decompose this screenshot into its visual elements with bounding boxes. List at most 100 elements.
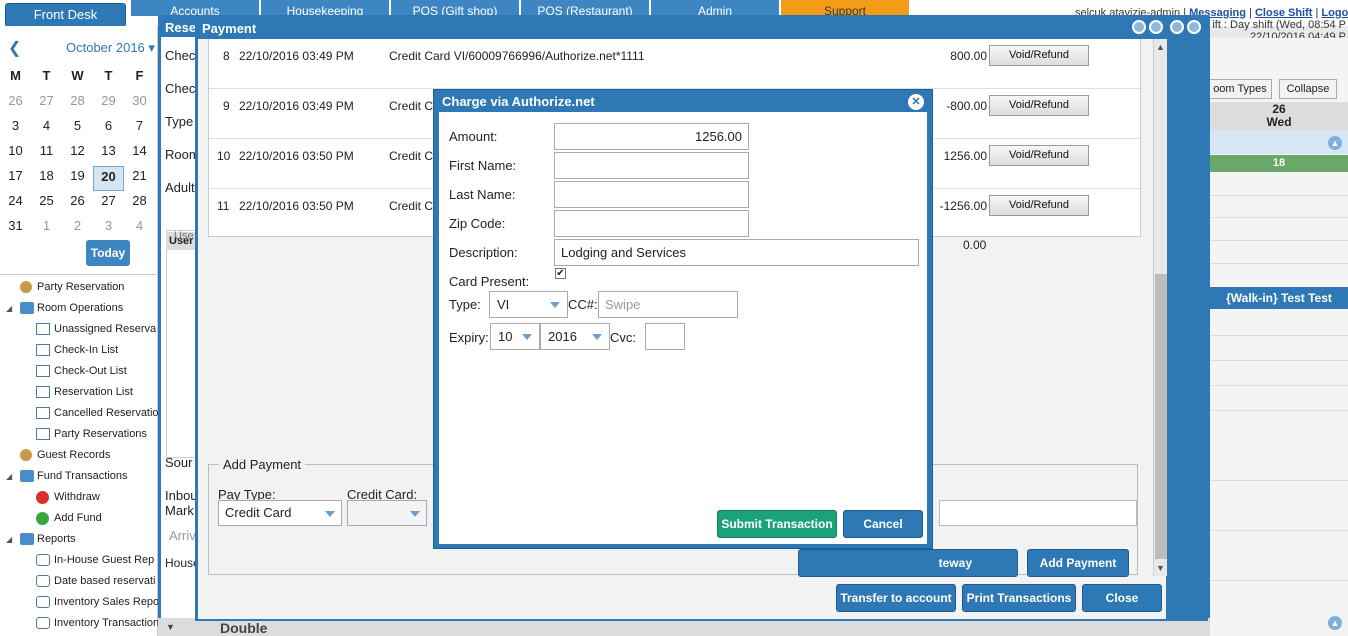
calendar-day[interactable]: 6 bbox=[93, 116, 124, 141]
void-refund-button[interactable]: Void/Refund bbox=[989, 45, 1089, 66]
collapse-button[interactable]: Collapse bbox=[1279, 79, 1337, 99]
room-types-button[interactable]: oom Types bbox=[1208, 79, 1272, 99]
tree-item-inventory-sales-report[interactable]: Inventory Sales Repo bbox=[0, 592, 158, 613]
tree-item-reports[interactable]: ◢ Reports bbox=[0, 529, 158, 550]
expiry-year-select[interactable]: 2016 bbox=[540, 323, 610, 350]
transfer-to-account-button[interactable]: Transfer to account bbox=[836, 584, 956, 612]
calendar-prev-icon[interactable]: ❮ bbox=[8, 38, 21, 58]
cancel-button[interactable]: Cancel bbox=[843, 510, 923, 538]
scroll-down-icon[interactable]: ▼ bbox=[1156, 563, 1165, 573]
tree-item-check-in-list[interactable]: Check-In List bbox=[0, 340, 158, 361]
logout-link[interactable]: Logo bbox=[1321, 7, 1348, 19]
collapse-triangle-icon[interactable]: ◢ bbox=[6, 298, 12, 319]
collapse-triangle-icon[interactable]: ◢ bbox=[6, 529, 12, 550]
card-present-checkbox[interactable]: ✔ bbox=[555, 268, 566, 279]
payment-scrollbar[interactable]: ▲ ▼ bbox=[1153, 39, 1167, 576]
maximize-icon[interactable] bbox=[1170, 20, 1184, 34]
calendar-day[interactable]: 12 bbox=[62, 141, 93, 166]
void-refund-button[interactable]: Void/Refund bbox=[989, 145, 1089, 166]
chevron-up-icon[interactable]: ▲ bbox=[1328, 616, 1342, 630]
tab-support[interactable]: Support bbox=[781, 0, 909, 16]
calendar-day[interactable]: 21 bbox=[124, 166, 155, 191]
tree-item-guest-records[interactable]: Guest Records bbox=[0, 445, 158, 466]
calendar-day[interactable]: 26 bbox=[0, 91, 31, 116]
calendar-day[interactable]: 25 bbox=[31, 191, 62, 216]
amount-field[interactable]: 1256.00 bbox=[554, 123, 749, 150]
minimize-icon[interactable] bbox=[1132, 20, 1146, 34]
first-name-field[interactable] bbox=[554, 152, 749, 179]
credit-card-select[interactable] bbox=[347, 500, 427, 526]
tree-item-in-house-guest-report[interactable]: In-House Guest Rep bbox=[0, 550, 158, 571]
tree-item-room-operations[interactable]: ◢ Room Operations bbox=[0, 298, 158, 319]
close-button[interactable]: Close bbox=[1082, 584, 1162, 612]
calendar-day[interactable]: 7 bbox=[124, 116, 155, 141]
calendar-day[interactable]: 28 bbox=[124, 191, 155, 216]
tab-accounts[interactable]: Accounts bbox=[131, 0, 259, 16]
calendar-day-selected[interactable]: 20 bbox=[93, 166, 124, 191]
pay-type-select[interactable]: Credit Card bbox=[218, 500, 342, 526]
calendar-day[interactable]: 30 bbox=[124, 91, 155, 116]
tab-pos-restaurant[interactable]: POS (Restaurant) bbox=[521, 0, 649, 16]
calendar-day[interactable]: 13 bbox=[93, 141, 124, 166]
close-shift-link[interactable]: Close Shift bbox=[1255, 7, 1312, 19]
calendar-day[interactable]: 1 bbox=[31, 216, 62, 241]
zip-code-field[interactable] bbox=[554, 210, 749, 237]
charge-gateway-button[interactable]: teway bbox=[798, 549, 1018, 577]
calendar-day[interactable]: 3 bbox=[0, 116, 31, 141]
submit-transaction-button[interactable]: Submit Transaction bbox=[717, 510, 837, 538]
calendar-day[interactable]: 2 bbox=[62, 216, 93, 241]
calendar-day[interactable]: 27 bbox=[93, 191, 124, 216]
tree-item-unassigned-reservations[interactable]: Unassigned Reserva bbox=[0, 319, 158, 340]
payment-amount-field[interactable] bbox=[939, 500, 1137, 526]
today-button[interactable]: Today bbox=[86, 240, 130, 266]
tree-item-date-based-reservations[interactable]: Date based reservati bbox=[0, 571, 158, 592]
expiry-month-select[interactable]: 10 bbox=[490, 323, 540, 350]
tab-pos-gift-shop[interactable]: POS (Gift shop) bbox=[391, 0, 519, 16]
calendar-day[interactable]: 10 bbox=[0, 141, 31, 166]
close-icon[interactable]: ✕ bbox=[908, 94, 924, 110]
calendar-day[interactable]: 17 bbox=[0, 166, 31, 191]
tree-item-inventory-transaction-detail[interactable]: Inventory Transaction Detail bbox=[0, 613, 158, 634]
calendar-day[interactable]: 3 bbox=[93, 216, 124, 241]
tab-admin[interactable]: Admin bbox=[651, 0, 779, 16]
calendar-day[interactable]: 31 bbox=[0, 216, 31, 241]
card-type-select[interactable]: VI bbox=[489, 291, 568, 318]
tree-item-fund-transactions[interactable]: ◢ Fund Transactions bbox=[0, 466, 158, 487]
calendar-day[interactable]: 14 bbox=[124, 141, 155, 166]
cc-number-field[interactable]: Swipe bbox=[598, 291, 738, 318]
close-icon[interactable] bbox=[1187, 20, 1201, 34]
tree-item-withdraw[interactable]: Withdraw bbox=[0, 487, 158, 508]
calendar-day[interactable]: 29 bbox=[93, 91, 124, 116]
tree-item-add-fund[interactable]: Add Fund bbox=[0, 508, 158, 529]
reservation-block[interactable]: {Walk-in} Test Test bbox=[1210, 287, 1348, 309]
tree-item-party-reservation[interactable]: Party Reservation bbox=[0, 277, 158, 298]
calendar-day[interactable]: 18 bbox=[31, 166, 62, 191]
tree-item-reservation-list[interactable]: Reservation List bbox=[0, 382, 158, 403]
void-refund-button[interactable]: Void/Refund bbox=[989, 195, 1089, 216]
add-payment-button[interactable]: Add Payment bbox=[1027, 549, 1129, 577]
front-desk-button[interactable]: Front Desk bbox=[5, 3, 126, 27]
description-field[interactable]: Lodging and Services bbox=[554, 239, 919, 266]
tab-housekeeping[interactable]: Housekeeping bbox=[261, 0, 389, 16]
scroll-thumb[interactable] bbox=[1155, 274, 1167, 559]
calendar-day[interactable]: 28 bbox=[62, 91, 93, 116]
calendar-day[interactable]: 26 bbox=[62, 191, 93, 216]
collapse-triangle-icon[interactable]: ▼ bbox=[166, 622, 175, 632]
void-refund-button[interactable]: Void/Refund bbox=[989, 95, 1089, 116]
collapse-triangle-icon[interactable]: ◢ bbox=[6, 466, 12, 487]
calendar-month-title[interactable]: October 2016 ▾ bbox=[66, 40, 155, 56]
last-name-field[interactable] bbox=[554, 181, 749, 208]
calendar-day[interactable]: 4 bbox=[124, 216, 155, 241]
tree-item-cancelled-reservations[interactable]: Cancelled Reservatio bbox=[0, 403, 158, 424]
print-transactions-button[interactable]: Print Transactions bbox=[962, 584, 1076, 612]
calendar-day[interactable]: 11 bbox=[31, 141, 62, 166]
close-icon[interactable] bbox=[1149, 20, 1163, 34]
chevron-up-icon[interactable]: ▲ bbox=[1328, 136, 1342, 150]
tree-item-check-out-list[interactable]: Check-Out List bbox=[0, 361, 158, 382]
calendar-day[interactable]: 19 bbox=[62, 166, 93, 191]
calendar-day[interactable]: 4 bbox=[31, 116, 62, 141]
arrival-field[interactable]: Arriv bbox=[169, 528, 196, 543]
cvc-field[interactable] bbox=[645, 323, 685, 350]
scroll-up-icon[interactable]: ▲ bbox=[1156, 42, 1165, 52]
calendar-day[interactable]: 27 bbox=[31, 91, 62, 116]
